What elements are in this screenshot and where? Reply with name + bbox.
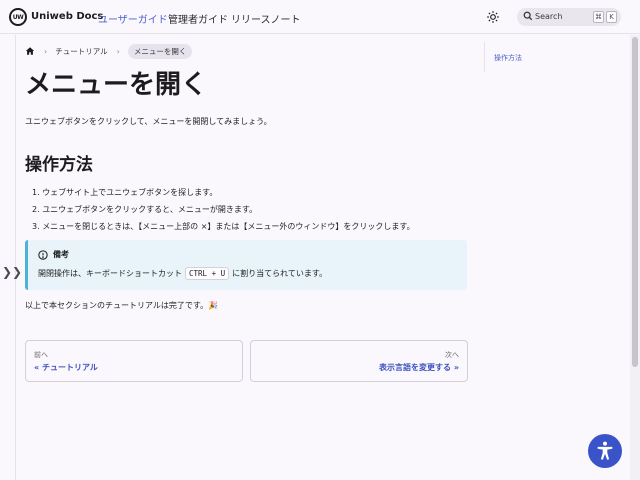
pagination-next-sub: 次へ <box>445 351 459 359</box>
step-text: ウェブサイト上でユニウェブボタンを探します。 <box>42 188 218 197</box>
scrollbar-thumb[interactable] <box>632 37 638 367</box>
scrollbar[interactable] <box>630 35 640 480</box>
accessibility-button[interactable] <box>588 434 622 468</box>
pagination-next-label: 表示言語を変更する » <box>379 363 459 372</box>
breadcrumb: › チュートリアル › メニューを開く <box>25 43 193 59</box>
pagination-prev-label: « チュートリアル <box>34 363 98 372</box>
step-text: メニューを閉じるときは、【メニュー上部の ×】または【メニュー外のウィンドウ】を… <box>42 222 415 231</box>
shortcut-code: CTRL + U <box>185 267 230 280</box>
breadcrumb-separator: › <box>44 46 48 56</box>
toc-item-operation[interactable]: 操作方法 <box>494 53 522 63</box>
accessibility-icon <box>597 441 613 460</box>
breadcrumb-item-current: メニューを開く <box>127 43 193 59</box>
search-icon <box>523 11 533 21</box>
outro-text: 以上で本セクションのチュートリアルは完了です。🎉 <box>25 301 219 310</box>
kbd-cmd: ⌘ <box>593 11 604 23</box>
sun-icon <box>487 11 499 23</box>
note-body: 開閉操作は、キーボードショートカット CTRL + U に割り当てられています。 <box>38 267 327 280</box>
breadcrumb-separator: › <box>116 46 120 56</box>
note-text-after: に割り当てられています。 <box>232 269 328 278</box>
list-item: 1. ウェブサイト上でユニウェブボタンを探します。 <box>32 188 218 197</box>
site-logo[interactable]: UW <box>9 8 27 26</box>
navbar: UW Uniweb Docs ユーザーガイド 管理者ガイド リリースノート Se… <box>0 0 640 34</box>
note-text-before: 開閉操作は、キーボードショートカット <box>38 269 182 278</box>
logo-text: UW <box>12 13 24 21</box>
search-button[interactable]: Search ⌘ K <box>517 8 621 26</box>
list-item: 2. ユニウェブボタンをクリックすると、メニューが開きます。 <box>32 205 258 214</box>
theme-toggle-button[interactable] <box>485 9 501 25</box>
nav-release-notes[interactable]: リリースノート <box>231 11 301 26</box>
note-heading: 備考 <box>38 249 69 260</box>
table-of-contents: 操作方法 <box>484 42 624 72</box>
section-heading: 操作方法 <box>25 155 93 175</box>
list-item: 3. メニューを閉じるときは、【メニュー上部の ×】または【メニュー外のウィンド… <box>32 222 415 231</box>
home-icon <box>25 47 35 55</box>
pagination-prev-sub: 前へ <box>34 351 48 359</box>
nav-admin-guide[interactable]: 管理者ガイド <box>168 11 228 26</box>
note-title: 備考 <box>53 250 69 259</box>
step-text: ユニウェブボタンをクリックすると、メニューが開きます。 <box>42 205 258 214</box>
collapse-icon[interactable]: ❯❯ <box>2 265 22 279</box>
page-title: メニューを開く <box>25 70 208 100</box>
pagination-prev[interactable]: 前へ « チュートリアル <box>25 340 243 382</box>
sidebar-collapsed: ❯❯ <box>0 35 22 480</box>
breadcrumb-item-tutorial[interactable]: チュートリアル <box>55 46 107 57</box>
kbd-k: K <box>606 11 617 23</box>
brand-name[interactable]: Uniweb Docs <box>31 11 103 22</box>
steps-list: 1. ウェブサイト上でユニウェブボタンを探します。 2. ユニウェブボタンをクリ… <box>32 184 415 235</box>
pagination-next[interactable]: 次へ 表示言語を変更する » <box>250 340 468 382</box>
search-label: Search <box>535 12 563 21</box>
breadcrumb-home[interactable] <box>25 46 35 56</box>
intro-text: ユニウェブボタンをクリックして、メニューを開閉してみましょう。 <box>25 117 272 126</box>
nav-user-guide[interactable]: ユーザーガイド <box>98 11 168 26</box>
note-admonition: 備考 開閉操作は、キーボードショートカット CTRL + U に割り当てられてい… <box>25 240 467 290</box>
info-icon <box>38 249 48 260</box>
